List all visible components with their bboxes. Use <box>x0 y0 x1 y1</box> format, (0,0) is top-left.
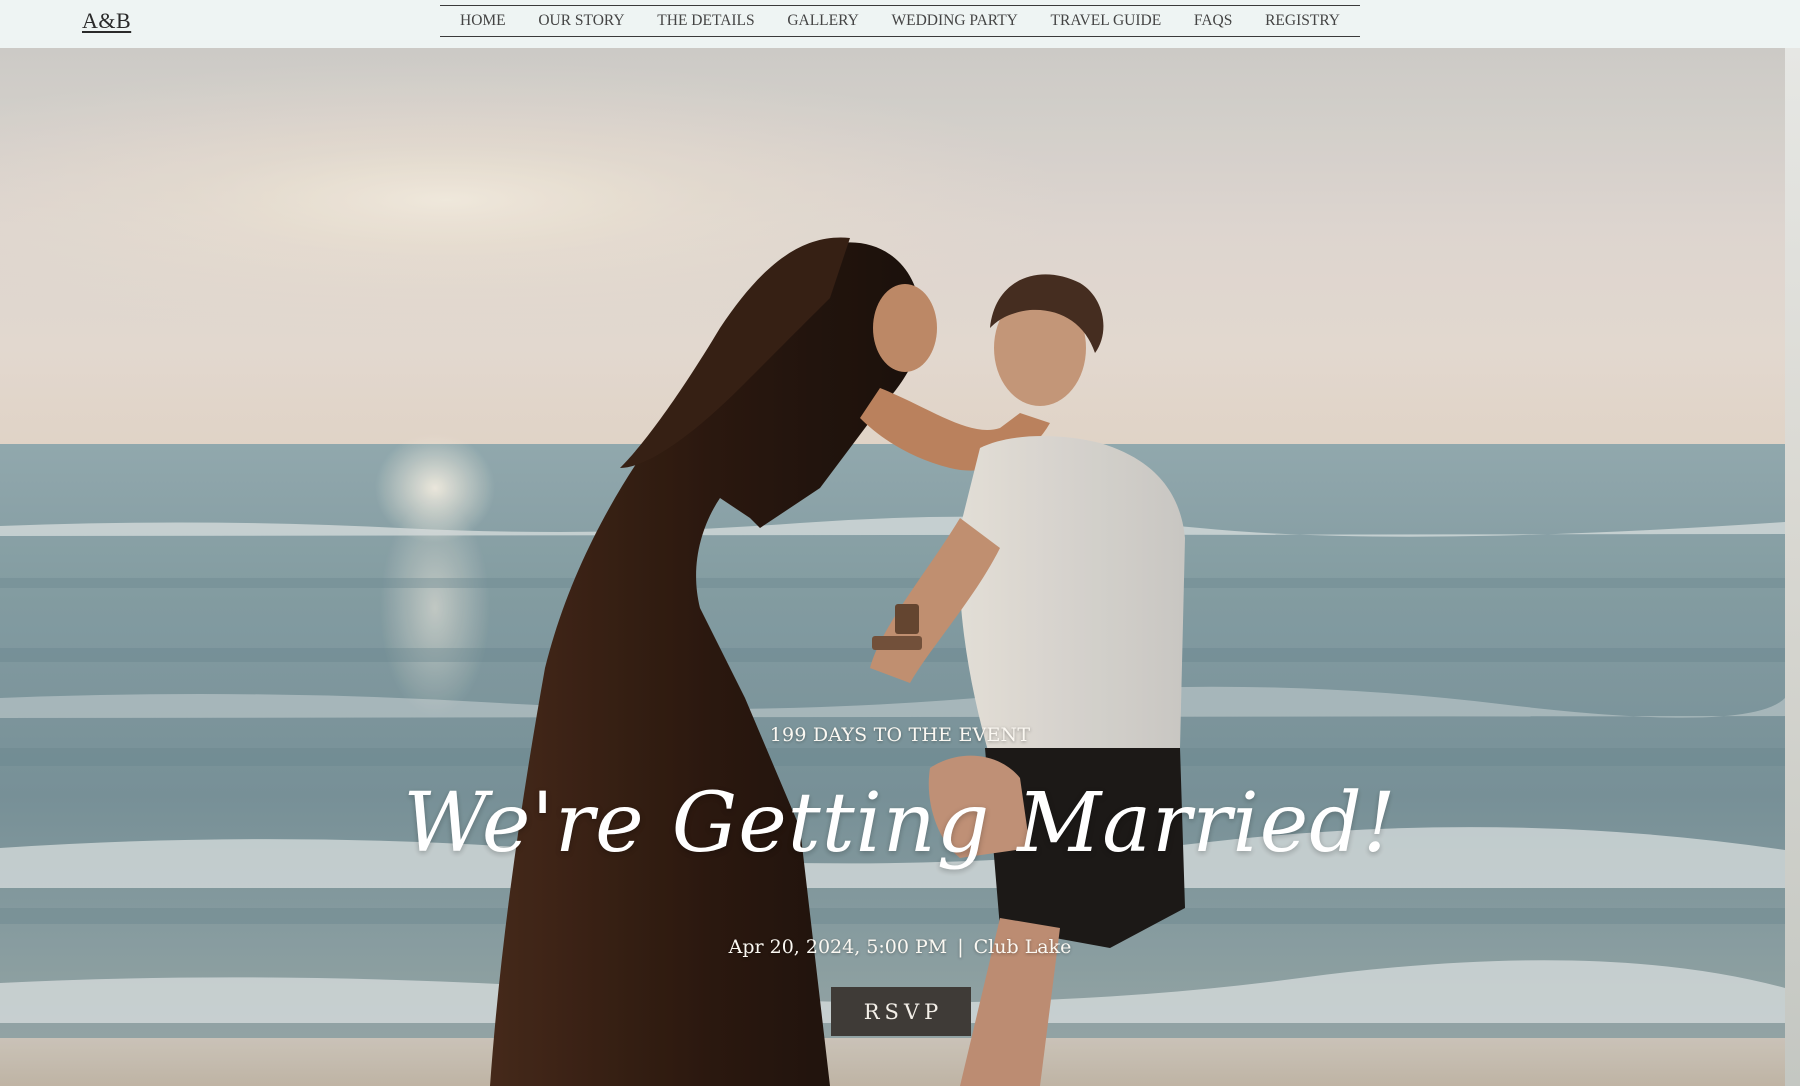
hero-photo <box>0 48 1785 1086</box>
nav-item-home[interactable]: HOME <box>460 12 506 30</box>
nav-item-faqs[interactable]: FAQs <box>1194 12 1232 30</box>
hero-section: 199 DAYS TO THE EVENT We're Getting Marr… <box>0 48 1785 1086</box>
rsvp-button[interactable]: RSVP <box>831 987 971 1036</box>
countdown-text: 199 DAYS TO THE EVENT <box>769 724 1031 746</box>
event-location: Club Lake <box>973 936 1072 958</box>
event-separator: | <box>957 936 964 958</box>
event-info: Apr 20, 2024, 5:00 PM | Club Lake <box>0 936 1785 958</box>
scrollbar[interactable] <box>1785 48 1800 1086</box>
hero-headline: We're Getting Married! <box>403 776 1397 871</box>
event-datetime: Apr 20, 2024, 5:00 PM <box>728 936 948 958</box>
nav-item-travel-guide[interactable]: TRAVEL GUIDE <box>1051 12 1162 30</box>
nav-item-registry[interactable]: REGISTRY <box>1265 12 1340 30</box>
main-nav: HOME OUR STORY THE DETAILS GALLERY WEDDI… <box>440 5 1360 37</box>
nav-item-the-details[interactable]: THE DETAILS <box>657 12 754 30</box>
site-header: A&B HOME OUR STORY THE DETAILS GALLERY W… <box>0 0 1800 48</box>
site-logo[interactable]: A&B <box>82 8 131 34</box>
nav-item-gallery[interactable]: GALLERY <box>787 12 858 30</box>
nav-item-our-story[interactable]: OUR STORY <box>538 12 624 30</box>
nav-item-wedding-party[interactable]: WEDDING PARTY <box>891 12 1017 30</box>
